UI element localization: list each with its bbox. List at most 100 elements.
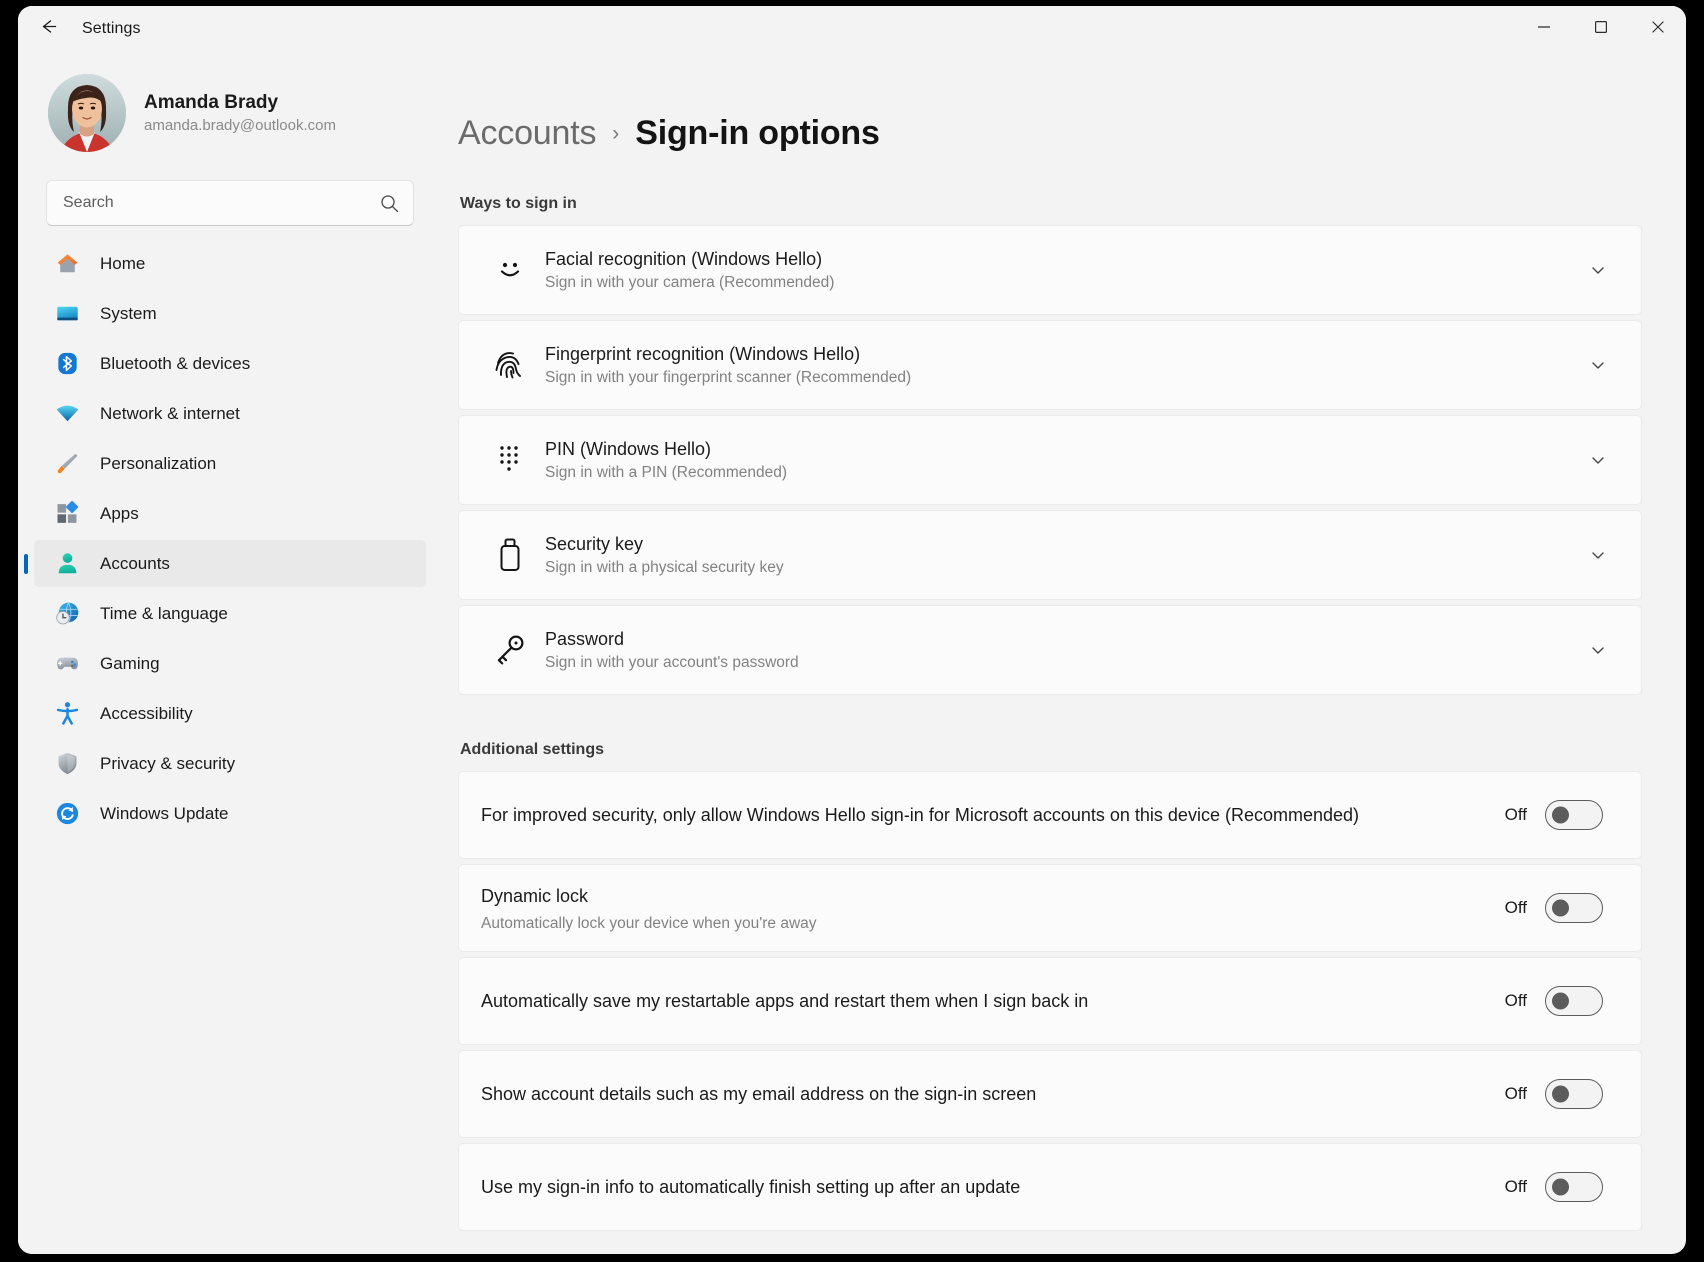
sidebar-item-label: Accounts xyxy=(100,553,170,573)
maximize-button[interactable] xyxy=(1572,6,1629,52)
signin-option-text: PIN (Windows Hello) Sign in with a PIN (… xyxy=(545,439,1581,482)
option-subtitle: Sign in with a physical security key xyxy=(545,558,784,576)
ways-to-sign-in-list: Facial recognition (Windows Hello) Sign … xyxy=(458,225,1642,695)
setting-control: Off xyxy=(1505,986,1603,1016)
window-title: Settings xyxy=(82,20,141,37)
minimize-button[interactable] xyxy=(1515,6,1572,52)
sidebar-item-network-internet[interactable]: Network & internet xyxy=(34,390,426,437)
toggle-state-label: Off xyxy=(1504,991,1527,1010)
toggle-switch[interactable] xyxy=(1545,893,1603,923)
sidebar-item-label: Home xyxy=(100,253,146,273)
window-controls xyxy=(1515,6,1686,52)
sidebar-item-label: Network & internet xyxy=(100,403,240,423)
sidebar-item-privacy-security[interactable]: Privacy & security xyxy=(34,740,426,787)
sidebar-item-system[interactable]: System xyxy=(34,290,426,337)
option-title: PIN (Windows Hello) xyxy=(545,438,712,459)
key-icon xyxy=(489,632,531,668)
setting-row-dynamic-lock[interactable]: Dynamic lock Automatically lock your dev… xyxy=(458,864,1642,952)
search-input[interactable] xyxy=(63,194,380,212)
sidebar-item-label: Personalization xyxy=(100,453,217,473)
signin-option-password[interactable]: Password Sign in with your account's pas… xyxy=(458,605,1642,695)
sidebar-item-label: Gaming xyxy=(100,653,160,673)
bluetooth-icon xyxy=(54,351,80,377)
shield-icon xyxy=(54,751,80,777)
search-box[interactable] xyxy=(46,180,414,226)
sidebar-item-accounts[interactable]: Accounts xyxy=(34,540,426,587)
chevron-down-icon[interactable] xyxy=(1581,452,1615,468)
toggle-state-label: Off xyxy=(1504,1177,1527,1196)
setting-row-windows-hello-only[interactable]: For improved security, only allow Window… xyxy=(458,771,1642,859)
sidebar-item-home[interactable]: Home xyxy=(34,240,426,287)
setting-subtitle: Automatically lock your device when you'… xyxy=(481,915,817,932)
sidebar-item-time-language[interactable]: Time & language xyxy=(34,590,426,637)
person-icon xyxy=(54,551,80,577)
fingerprint-icon xyxy=(489,347,531,383)
profile-email: amanda.brady@outlook.com xyxy=(144,117,336,134)
back-button[interactable] xyxy=(26,12,70,46)
sidebar-item-apps[interactable]: Apps xyxy=(34,490,426,537)
signin-option-facial-recognition[interactable]: Facial recognition (Windows Hello) Sign … xyxy=(458,225,1642,315)
minimize-icon xyxy=(1537,20,1550,38)
toggle-switch[interactable] xyxy=(1545,986,1603,1016)
option-title: Password xyxy=(545,628,625,649)
page-title: Sign-in options xyxy=(635,114,880,152)
sidebar-item-label: Privacy & security xyxy=(100,753,236,773)
breadcrumb-parent-accounts[interactable]: Accounts xyxy=(458,114,596,153)
ways-to-sign-in-heading: Ways to sign in xyxy=(460,195,577,212)
signin-option-text: Security key Sign in with a physical sec… xyxy=(545,534,1581,577)
user-profile[interactable]: Amanda Brady amanda.brady@outlook.com xyxy=(34,52,426,162)
setting-control: Off xyxy=(1505,893,1603,923)
setting-row-finish-setup-after-update[interactable]: Use my sign-in info to automatically fin… xyxy=(458,1143,1642,1231)
sidebar-item-accessibility[interactable]: Accessibility xyxy=(34,690,426,737)
setting-row-restartable-apps[interactable]: Automatically save my restartable apps a… xyxy=(458,957,1642,1045)
toggle-switch[interactable] xyxy=(1545,1079,1603,1109)
signin-option-pin[interactable]: PIN (Windows Hello) Sign in with a PIN (… xyxy=(458,415,1642,505)
signin-option-security-key[interactable]: Security key Sign in with a physical sec… xyxy=(458,510,1642,600)
avatar xyxy=(48,74,126,152)
sidebar-item-bluetooth-devices[interactable]: Bluetooth & devices xyxy=(34,340,426,387)
signin-option-fingerprint-recognition[interactable]: Fingerprint recognition (Windows Hello) … xyxy=(458,320,1642,410)
option-subtitle: Sign in with your camera (Recommended) xyxy=(545,273,835,291)
signin-option-text: Facial recognition (Windows Hello) Sign … xyxy=(545,249,1581,292)
sidebar-item-label: System xyxy=(100,303,157,323)
option-subtitle: Sign in with your account's password xyxy=(545,653,799,671)
breadcrumb: Accounts › Sign-in options xyxy=(458,114,1642,153)
setting-title: Use my sign-in info to automatically fin… xyxy=(481,1176,1021,1197)
sidebar-item-personalization[interactable]: Personalization xyxy=(34,440,426,487)
signin-option-text: Fingerprint recognition (Windows Hello) … xyxy=(545,344,1581,387)
sidebar-item-windows-update[interactable]: Windows Update xyxy=(34,790,426,837)
setting-title: Dynamic lock xyxy=(481,886,589,906)
setting-text: Dynamic lock Automatically lock your dev… xyxy=(481,883,1505,933)
profile-name: Amanda Brady xyxy=(144,92,279,113)
option-title: Security key xyxy=(545,533,644,554)
close-icon xyxy=(1651,20,1664,38)
window-body: Amanda Brady amanda.brady@outlook.com Se… xyxy=(18,52,1686,1254)
setting-text: For improved security, only allow Window… xyxy=(481,802,1505,829)
setting-control: Off xyxy=(1505,1079,1603,1109)
sidebar-item-label: Windows Update xyxy=(100,803,229,823)
setting-text: Automatically save my restartable apps a… xyxy=(481,988,1505,1015)
toggle-switch[interactable] xyxy=(1545,800,1603,830)
pin-keypad-icon xyxy=(489,443,531,477)
sidebar: Amanda Brady amanda.brady@outlook.com Se… xyxy=(18,52,442,1254)
accessibility-icon xyxy=(54,701,80,727)
sidebar-nav: Home System Bluetooth & devices Network … xyxy=(34,240,426,837)
close-button[interactable] xyxy=(1629,6,1686,52)
toggle-switch[interactable] xyxy=(1545,1172,1603,1202)
sidebar-item-label: Time & language xyxy=(100,603,228,623)
toggle-state-label: Off xyxy=(1504,805,1527,824)
sidebar-item-gaming[interactable]: Gaming xyxy=(34,640,426,687)
chevron-down-icon[interactable] xyxy=(1581,642,1615,658)
chevron-down-icon[interactable] xyxy=(1581,547,1615,563)
setting-title: For improved security, only allow Window… xyxy=(481,804,1360,825)
toggle-state-label: Off xyxy=(1504,1084,1527,1103)
paintbrush-icon xyxy=(54,451,80,477)
main-content: Accounts › Sign-in options Ways to sign … xyxy=(442,52,1686,1254)
back-arrow-icon xyxy=(39,17,58,41)
option-title: Fingerprint recognition (Windows Hello) xyxy=(545,343,861,364)
setting-control: Off xyxy=(1505,1172,1603,1202)
chevron-down-icon[interactable] xyxy=(1581,357,1615,373)
setting-row-show-account-details[interactable]: Show account details such as my email ad… xyxy=(458,1050,1642,1138)
chevron-down-icon[interactable] xyxy=(1581,262,1615,278)
sidebar-item-label: Apps xyxy=(100,503,139,523)
